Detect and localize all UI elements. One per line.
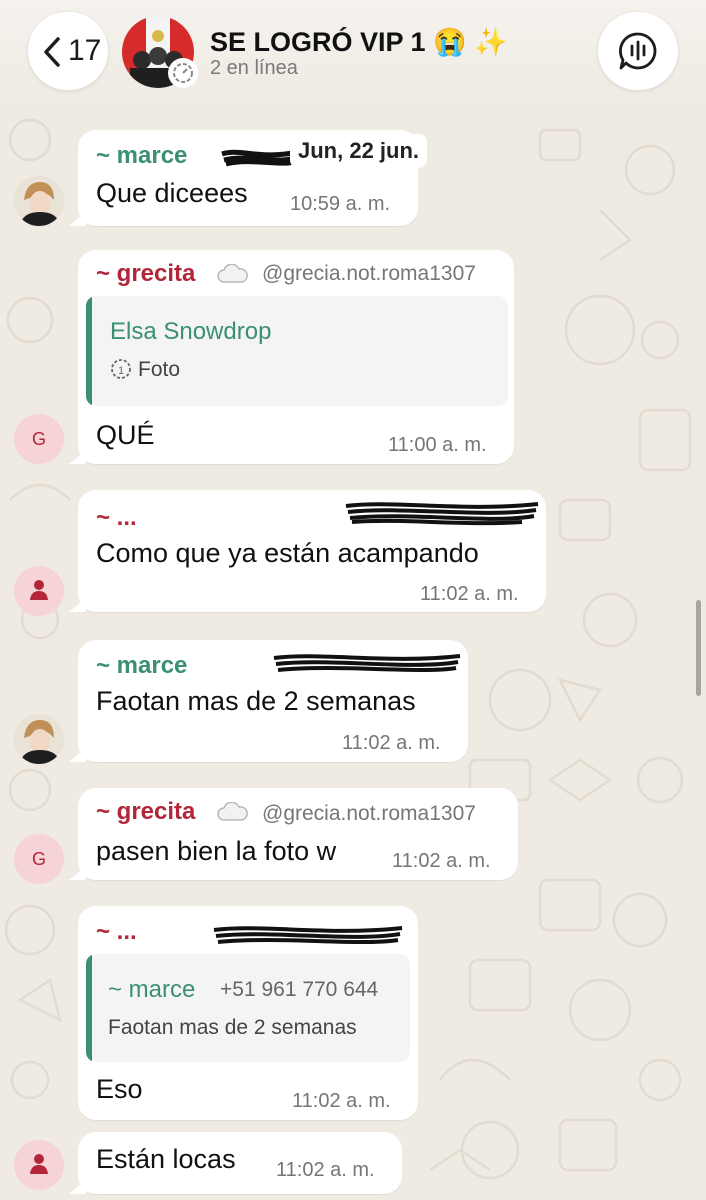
quoted-message[interactable]: ~ marce +51 961 770 644 Faotan mas de 2 … [86, 954, 410, 1062]
avatar[interactable]: G [14, 834, 64, 884]
message-bubble[interactable]: ~ grecita @grecia.not.roma1307 pasen bie… [68, 788, 518, 880]
message-time: 11:02 a. m. [276, 1159, 375, 1181]
quoted-phone: +51 961 770 644 [220, 978, 379, 1001]
message-text: pasen bien la foto w [96, 836, 337, 866]
scrollbar-thumb[interactable] [696, 600, 701, 696]
date-separator: Jun, 22 jun. [290, 134, 428, 168]
person-icon [30, 580, 48, 600]
avatar[interactable] [14, 714, 64, 764]
redaction-scribble [345, 502, 539, 526]
back-button[interactable]: 17 [28, 12, 108, 90]
chat-header: 17 SE LOGRÓ VIP 1 😭 ✨ 2 en línea [0, 0, 706, 108]
redaction-scribble [213, 926, 403, 944]
sender-name[interactable]: ~ ... [96, 918, 137, 946]
quote-accent [86, 296, 92, 406]
avatar[interactable] [14, 566, 64, 616]
cloud-icon [217, 264, 248, 283]
message-time: 10:59 a. m. [290, 193, 391, 215]
message-text: Como que ya están acampando [96, 538, 479, 568]
message-time: 11:02 a. m. [420, 583, 519, 605]
message-time: 11:00 a. m. [388, 434, 487, 456]
redaction-scribble [221, 149, 299, 167]
message-text: QUÉ [96, 420, 155, 450]
sender-handle[interactable]: @grecia.not.roma1307 [262, 802, 476, 826]
sender-name[interactable]: ~ grecita [96, 260, 195, 288]
svg-text:1: 1 [118, 365, 124, 377]
message-bubble[interactable]: Están locas 11:02 a. m. [68, 1132, 402, 1194]
avatar[interactable]: G [14, 414, 64, 464]
voice-chat-button[interactable] [598, 12, 678, 90]
quoted-text: Faotan mas de 2 semanas [108, 1016, 357, 1039]
sender-name[interactable]: ~ ... [96, 504, 137, 532]
quote-accent [86, 954, 92, 1062]
quoted-sender: ~ marce [108, 976, 196, 1003]
sender-handle[interactable]: @grecia.not.roma1307 [262, 262, 476, 286]
redaction-scribble [273, 654, 461, 672]
quoted-sender: Elsa Snowdrop [110, 318, 272, 345]
message-text: Eso [96, 1074, 143, 1104]
view-once-icon: 1 [111, 359, 131, 379]
message-text: Que diceees [96, 178, 248, 208]
message-text: Están locas [96, 1144, 236, 1174]
quoted-message[interactable]: Elsa Snowdrop 1 Foto [86, 296, 508, 406]
chat-title[interactable]: SE LOGRÓ VIP 1 😭 ✨ [210, 26, 508, 58]
message-time: 11:02 a. m. [292, 1090, 391, 1112]
avatar[interactable] [14, 1140, 64, 1190]
sender-name[interactable]: ~ marce [96, 652, 187, 680]
chevron-left-icon [44, 37, 60, 67]
message-time: 11:02 a. m. [392, 850, 491, 872]
person-icon [30, 1154, 48, 1174]
sender-name[interactable]: ~ marce [96, 142, 187, 170]
message-text: Faotan mas de 2 semanas [96, 686, 416, 716]
quoted-text: Foto [138, 358, 181, 381]
voice-chat-icon [619, 32, 657, 70]
avatar[interactable] [14, 176, 64, 226]
message-bubble[interactable]: ~ grecita @grecia.not.roma1307 Elsa Snow… [68, 250, 514, 464]
sender-name[interactable]: ~ grecita [96, 798, 195, 826]
unread-count: 17 [68, 34, 102, 67]
cloud-icon [217, 802, 248, 821]
online-status: 2 en línea [210, 57, 298, 79]
message-time: 11:02 a. m. [342, 732, 441, 754]
status-icon[interactable] [168, 58, 198, 88]
